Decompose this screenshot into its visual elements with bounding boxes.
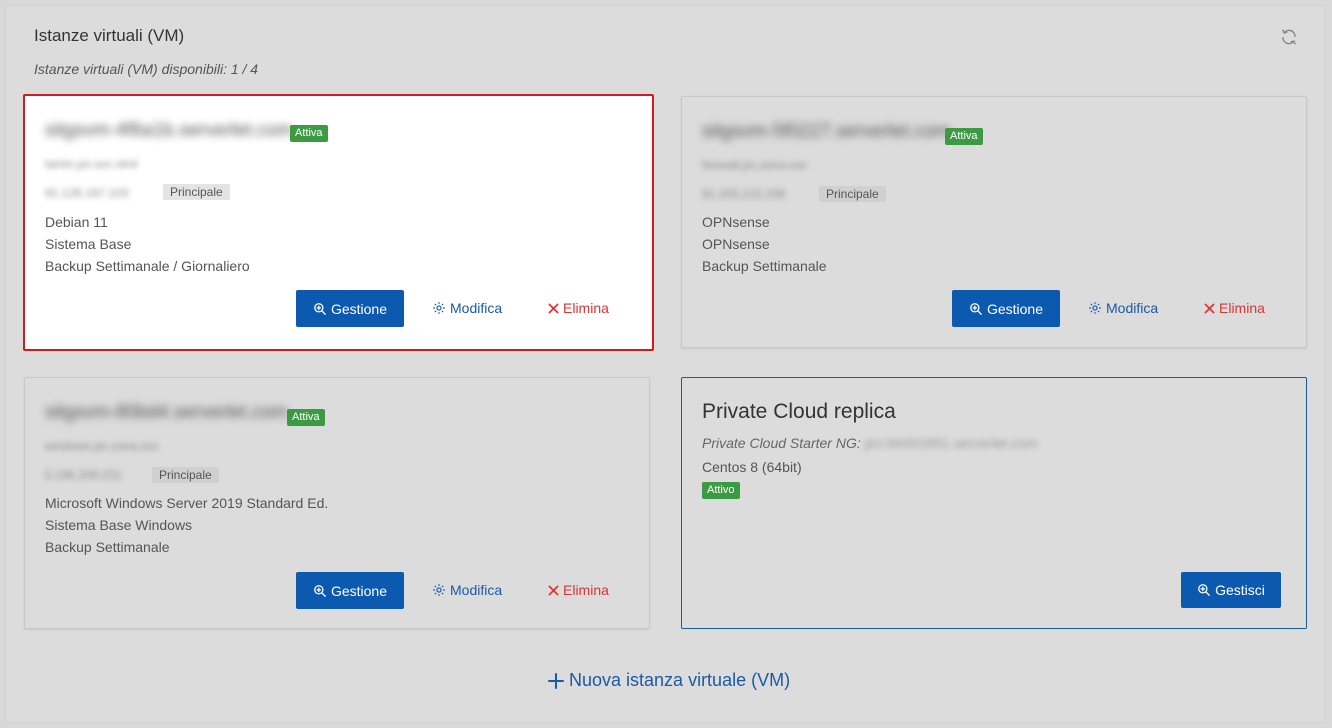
delete-button-label: Elimina [563,300,609,316]
manage-button-label: Gestisci [1215,582,1265,598]
manage-button-label: Gestione [330,582,388,599]
vm-sub-line: windows.pn.zona.ssv [45,439,159,453]
gear-icon [432,583,446,597]
page-title: Istanze virtuali (VM) [34,26,185,45]
manage-button-label: Gestione [986,300,1044,317]
gear-icon [432,301,446,315]
vm-ip: 91.205.215.206 [702,187,786,201]
close-icon [1204,303,1215,314]
vm-card-2[interactable]: sitgsvm-5f0227.serverlet.com Attiva fire… [681,96,1307,348]
edit-button[interactable]: Modifica [432,300,502,316]
close-icon [548,585,559,596]
delete-button-label: Elimina [1219,300,1265,316]
zoom-in-icon [969,302,983,316]
ip-tag: Principale [163,184,230,200]
zoom-in-icon [1197,583,1211,597]
vm-availability: Istanze virtuali (VM) disponibili: 1 / 4 [34,61,259,77]
private-cloud-title: Private Cloud replica [702,400,896,423]
vm-system: OPNsense [702,236,770,252]
vm-ip: 91.128.167.103 [45,186,129,200]
manage-button[interactable]: Gestione [296,290,404,327]
zoom-in-icon [313,584,327,598]
vm-system: Sistema Base [45,236,132,252]
new-vm-button[interactable]: Nuova istanza virtuale (VM) [548,670,790,691]
edit-button-label: Modifica [450,582,503,598]
new-vm-label: Nuova istanza virtuale (VM) [569,670,791,690]
close-icon [548,303,559,314]
vm-backup: Backup Settimanale / Giornaliero [45,258,250,274]
refresh-icon[interactable] [1280,28,1298,46]
status-badge: Attivo [702,482,740,499]
gear-icon [1088,301,1102,315]
edit-button-label: Modifica [450,300,503,316]
edit-button[interactable]: Modifica [1088,300,1158,316]
edit-button[interactable]: Modifica [432,582,502,598]
private-cloud-plan: Private Cloud Starter NG: pcr.84431891.s… [702,435,1037,451]
status-badge: Attiva [287,409,325,426]
plan-host: pcr.84431891.serverlet.com [864,435,1038,451]
edit-button-label: Modifica [1106,300,1159,316]
plan-label: Private Cloud Starter NG: [702,435,861,451]
vm-os: Microsoft Windows Server 2019 Standard E… [45,495,329,511]
delete-button[interactable]: Elimina [548,582,609,598]
vm-card-1[interactable]: sitgsvm-4f6a1b.serverlet.com Attiva tami… [23,94,654,351]
vm-hostname: sitgsvm-5f0227.serverlet.com [702,121,951,142]
vm-backup: Backup Settimanale [702,258,827,274]
vm-hostname: sitgsvm-4f6a1b.serverlet.com [45,120,294,141]
vm-backup: Backup Settimanale [45,539,170,555]
vm-system: Sistema Base Windows [45,517,193,533]
private-cloud-os: Centos 8 (64bit) [702,459,802,475]
manage-private-cloud-button[interactable]: Gestisci [1181,572,1281,608]
vm-ip: 5.196.209.231 [45,468,122,482]
vm-os: OPNsense [702,214,770,230]
manage-button[interactable]: Gestione [296,572,404,609]
vm-card-3[interactable]: sitgsvm-80bd4.serverlet.com Attiva windo… [24,377,650,629]
delete-button[interactable]: Elimina [1204,300,1265,316]
manage-button-label: Gestione [330,300,388,317]
delete-button[interactable]: Elimina [548,300,609,316]
vm-sub-line: tamin.pn.svc.vln4 [45,157,138,171]
private-cloud-card[interactable]: Private Cloud replica Private Cloud Star… [681,377,1307,629]
vm-hostname: sitgsvm-80bd4.serverlet.com [45,402,288,423]
plus-icon [548,672,564,689]
zoom-in-icon [313,302,327,316]
status-badge: Attiva [945,128,983,145]
ip-tag: Principale [152,467,219,483]
vm-sub-line: firewall.pn.zona.ssv [702,158,807,172]
ip-tag: Principale [819,186,886,202]
vm-os: Debian 11 [45,214,108,230]
delete-button-label: Elimina [563,582,609,598]
manage-button[interactable]: Gestione [952,290,1060,327]
status-badge: Attiva [290,125,328,142]
